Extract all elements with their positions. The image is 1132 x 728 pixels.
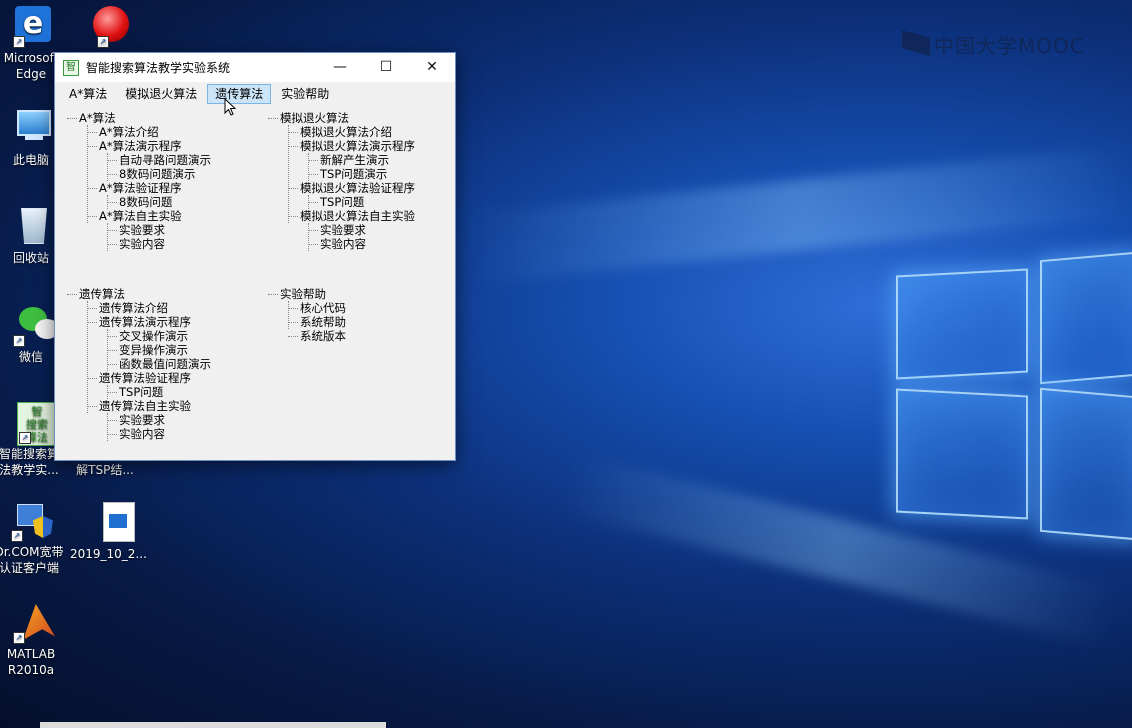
desktop-icon-video-file[interactable]: 2019_10_2... <box>70 502 147 562</box>
tree-node[interactable]: A*算法 <box>67 111 211 125</box>
tree-node[interactable]: TSP问题 <box>268 195 415 209</box>
tree-node[interactable]: 新解产生演示 <box>268 153 415 167</box>
tree-node[interactable]: 实验内容 <box>67 427 211 441</box>
tree-node[interactable]: 模拟退火算法自主实验 <box>268 209 415 223</box>
minimize-button[interactable]: — <box>317 53 363 82</box>
tree-node[interactable]: 遗传算法演示程序 <box>67 315 211 329</box>
red-circle-icon: ↗ <box>83 6 129 48</box>
menu-simulated-annealing[interactable]: 模拟退火算法 <box>117 84 205 104</box>
taskbar-edge <box>40 722 386 728</box>
drcom-icon: ↗ <box>7 500 53 542</box>
recycle-bin-icon <box>9 206 53 246</box>
menu-genetic-algorithm[interactable]: 遗传算法 <box>207 84 272 104</box>
windows-logo-pane <box>896 388 1028 520</box>
tree-node[interactable]: 实验帮助 <box>268 287 346 301</box>
tree-node[interactable]: 自动寻路问题演示 <box>67 153 211 167</box>
desktop-icon-drcom[interactable]: ↗ Dr.COM宽带认证客户端 <box>0 500 64 576</box>
wechat-icon: ↗ <box>9 305 59 347</box>
computer-icon <box>9 108 53 148</box>
tree-node[interactable]: 模拟退火算法介绍 <box>268 125 415 139</box>
desktop-icon-label: MATLAB R2010a <box>6 647 56 677</box>
tree-node[interactable]: TSP问题 <box>67 385 211 399</box>
tree-node[interactable]: 模拟退火算法 <box>268 111 415 125</box>
title-bar[interactable]: 智 智能搜索算法教学实验系统 — ☐ ✕ <box>55 53 455 82</box>
tree-simulated-annealing: 模拟退火算法 模拟退火算法介绍 模拟退火算法演示程序 新解产生演示 TSP问题演… <box>268 111 415 251</box>
mouse-cursor-icon <box>224 98 236 116</box>
window-title: 智能搜索算法教学实验系统 <box>86 61 231 75</box>
tree-node[interactable]: 实验内容 <box>268 237 415 251</box>
tree-node[interactable]: 核心代码 <box>268 301 346 315</box>
tree-node[interactable]: A*算法自主实验 <box>67 209 211 223</box>
tree-node[interactable]: 系统帮助 <box>268 315 346 329</box>
tree-genetic-algorithm: 遗传算法 遗传算法介绍 遗传算法演示程序 交叉操作演示 变异操作演示 函数最值问… <box>67 287 211 441</box>
app-window: 智 智能搜索算法教学实验系统 — ☐ ✕ A*算法 模拟退火算法 遗传算法 实验… <box>54 52 456 461</box>
close-button[interactable]: ✕ <box>409 53 455 82</box>
tree-node[interactable]: 遗传算法 <box>67 287 211 301</box>
tree-node[interactable]: 交叉操作演示 <box>67 329 211 343</box>
tree-node[interactable]: 遗传算法自主实验 <box>67 399 211 413</box>
tree-experiment-help: 实验帮助 核心代码 系统帮助 系统版本 <box>268 287 346 343</box>
tree-node[interactable]: A*算法介绍 <box>67 125 211 139</box>
tree-node[interactable]: 实验要求 <box>67 223 211 237</box>
tree-node[interactable]: 变异操作演示 <box>67 343 211 357</box>
tree-node[interactable]: 系统版本 <box>268 329 346 343</box>
menu-astar[interactable]: A*算法 <box>61 84 115 104</box>
tree-node[interactable]: 8数码问题演示 <box>67 167 211 181</box>
tree-astar: A*算法 A*算法介绍 A*算法演示程序 自动寻路问题演示 8数码问题演示 A*… <box>67 111 211 251</box>
windows-logo-pane <box>1040 251 1132 385</box>
tree-node[interactable]: 模拟退火算法验证程序 <box>268 181 415 195</box>
tree-node[interactable]: A*算法验证程序 <box>67 181 211 195</box>
tree-node[interactable]: 模拟退火算法演示程序 <box>268 139 415 153</box>
watermark: 中国大学MOOC <box>934 34 1085 58</box>
edge-icon: e ↗ <box>9 6 53 48</box>
maximize-button[interactable]: ☐ <box>363 53 409 82</box>
desktop-icon-red-app[interactable]: ↗ <box>70 6 140 50</box>
smart-search-app-icon: 智搜索 算法 ↗ <box>7 402 57 446</box>
tree-node[interactable]: 函数最值问题演示 <box>67 357 211 371</box>
tree-node[interactable]: 实验内容 <box>67 237 211 251</box>
light-beam <box>561 453 1119 647</box>
tree-node[interactable]: 遗传算法验证程序 <box>67 371 211 385</box>
desktop-icon-matlab[interactable]: ↗ MATLAB R2010a <box>0 602 66 678</box>
tree-node[interactable]: 遗传算法介绍 <box>67 301 211 315</box>
app-icon: 智 <box>63 59 79 76</box>
matlab-icon: ↗ <box>9 602 55 644</box>
mooc-logo-icon <box>902 30 930 56</box>
tree-node[interactable]: 8数码问题 <box>67 195 211 209</box>
menu-bar: A*算法 模拟退火算法 遗传算法 实验帮助 <box>55 82 455 106</box>
windows-logo-pane <box>1040 387 1132 541</box>
desktop-icon-label: Dr.COM宽带认证客户端 <box>0 545 64 575</box>
menu-experiment-help[interactable]: 实验帮助 <box>273 84 337 104</box>
tree-node[interactable]: A*算法演示程序 <box>67 139 211 153</box>
desktop-icon-label: 2019_10_2... <box>70 547 147 561</box>
tree-node[interactable]: 实验要求 <box>268 223 415 237</box>
video-file-icon <box>83 502 135 542</box>
windows-logo-pane <box>896 268 1028 380</box>
light-beam <box>468 145 1132 285</box>
tree-node[interactable]: TSP问题演示 <box>268 167 415 181</box>
tree-node[interactable]: 实验要求 <box>67 413 211 427</box>
